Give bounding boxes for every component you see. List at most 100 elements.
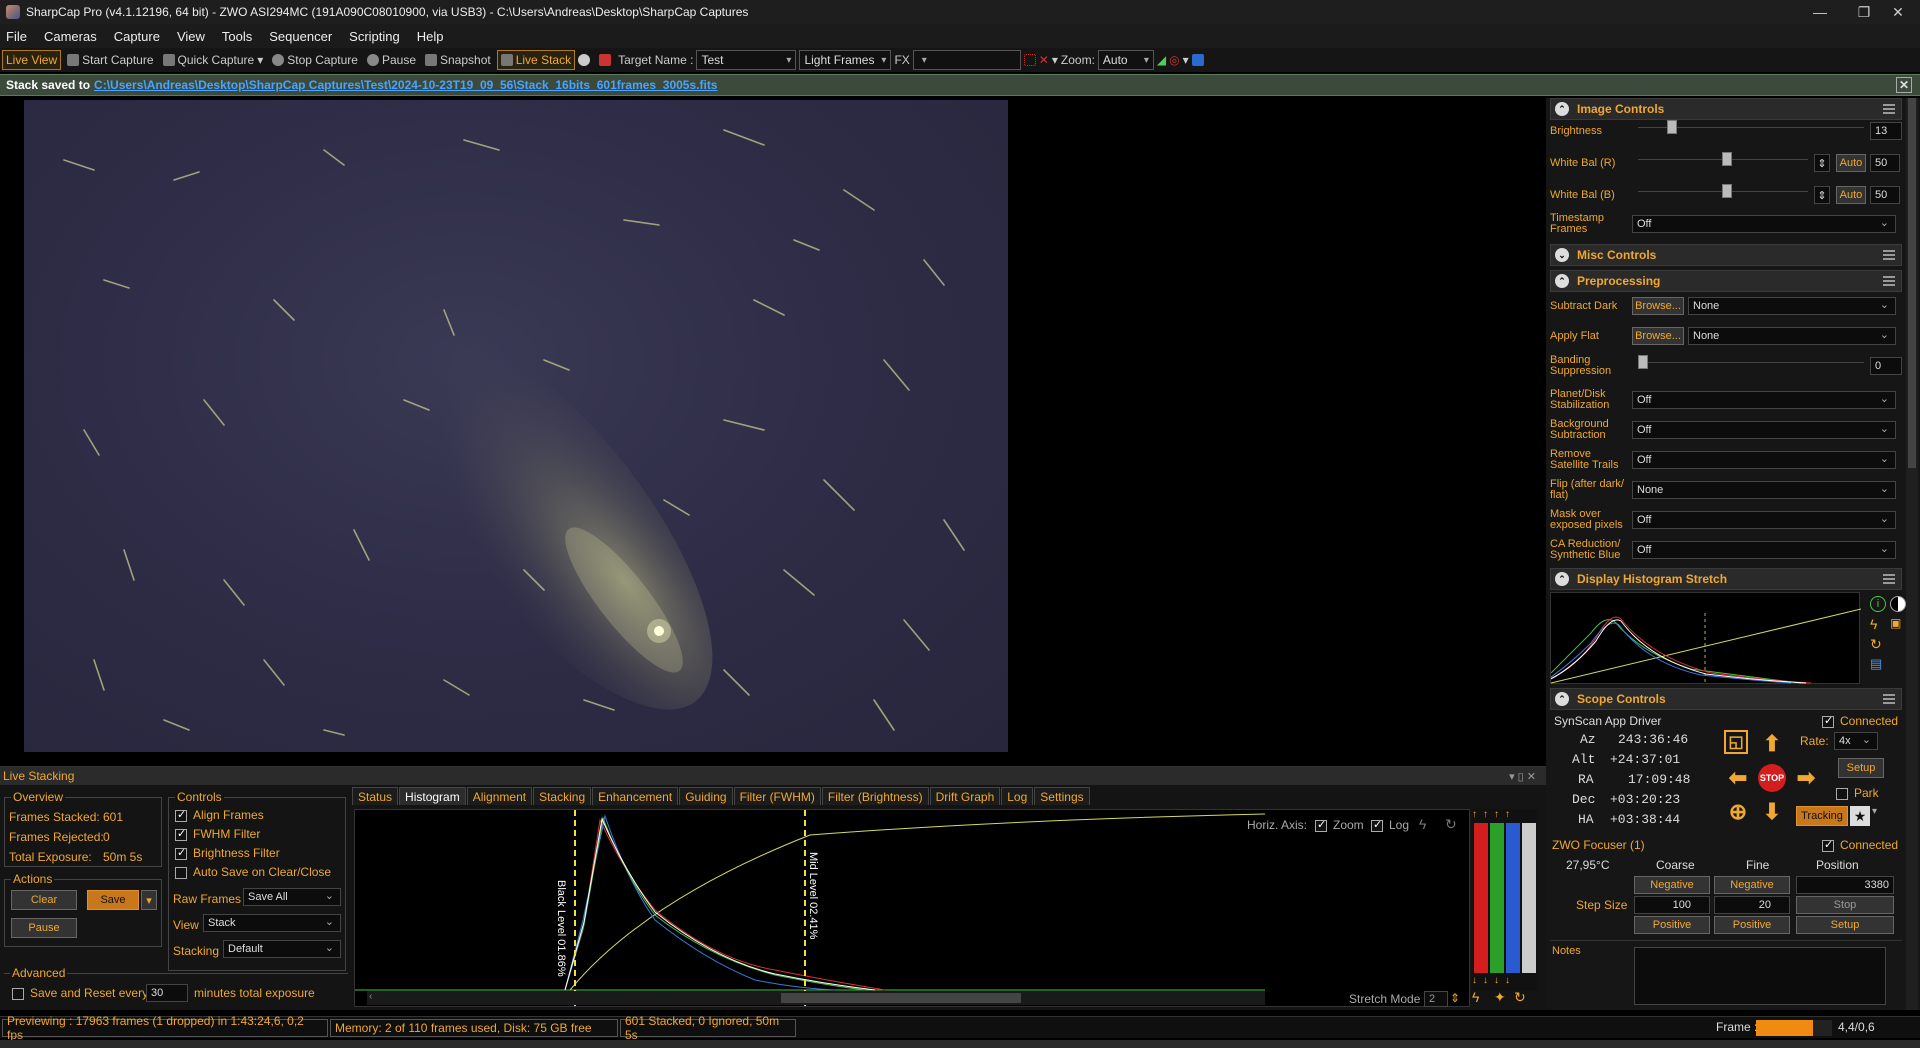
- brightness-filter-checkbox[interactable]: Brightness Filter: [175, 846, 280, 860]
- wb-blue-spinner[interactable]: ⇕: [1814, 186, 1830, 204]
- info-icon[interactable]: i: [1870, 596, 1886, 612]
- menu-view[interactable]: View: [177, 29, 205, 44]
- quick-capture-button[interactable]: Quick Capture ▾: [160, 50, 267, 70]
- histogram-icon[interactable]: ◢: [1157, 53, 1166, 67]
- tab-log[interactable]: Log: [1001, 787, 1034, 805]
- preprocessing-select[interactable]: Off: [1632, 541, 1896, 559]
- scroll-left-icon[interactable]: ‹: [369, 991, 372, 1002]
- fine-positive-button[interactable]: Positive: [1714, 916, 1790, 934]
- zoom-select[interactable]: Auto: [1097, 50, 1154, 70]
- wb-red-auto-button[interactable]: Auto: [1836, 154, 1866, 172]
- wb-red-value[interactable]: 50: [1870, 154, 1900, 172]
- checkbox[interactable]: [175, 866, 187, 879]
- fine-step-input[interactable]: 20: [1714, 896, 1790, 914]
- fwhm-filter-checkbox[interactable]: FWHM Filter: [175, 827, 260, 841]
- stack-histogram[interactable]: Black Level 01.86% Mid Level 02.41% Hori…: [354, 809, 1470, 1008]
- stop-capture-button[interactable]: Stop Capture: [269, 50, 361, 70]
- pause-button[interactable]: Pause: [364, 50, 419, 70]
- histogram-scrollbar[interactable]: ‹: [367, 991, 1265, 1005]
- pause-stack-button[interactable]: Pause: [11, 918, 77, 938]
- timestamp-select[interactable]: Off: [1632, 215, 1896, 233]
- collapse-icon[interactable]: ⌃: [1555, 692, 1569, 706]
- close-notice-button[interactable]: ✕: [1896, 77, 1912, 93]
- menu-file[interactable]: File: [6, 29, 27, 44]
- coarse-step-input[interactable]: 100: [1634, 896, 1710, 914]
- live-view-button[interactable]: Live View: [2, 50, 62, 70]
- north-arrow-icon[interactable]: ⬆: [1758, 730, 1786, 758]
- checkbox[interactable]: [1836, 787, 1848, 800]
- tab-enhancement[interactable]: Enhancement: [592, 787, 679, 805]
- chevron-down-icon[interactable]: ▾: [1872, 806, 1884, 826]
- reset-icon[interactable]: ↻: [1445, 816, 1457, 833]
- checkbox[interactable]: [1822, 838, 1834, 852]
- preprocessing-select[interactable]: None: [1632, 481, 1896, 499]
- stacking-select[interactable]: Default: [223, 940, 341, 958]
- panel-window-controls[interactable]: ▾ ▯ ✕: [1509, 770, 1536, 783]
- tab-drift-graph[interactable]: Drift Graph: [929, 787, 1001, 805]
- fx-select[interactable]: [912, 50, 1021, 70]
- menu-icon[interactable]: [1883, 694, 1895, 704]
- scope-connected-checkbox[interactable]: Connected: [1822, 714, 1898, 728]
- green-level-slider[interactable]: [1490, 823, 1504, 973]
- align-frames-checkbox[interactable]: Align Frames: [175, 808, 264, 822]
- coarse-positive-button[interactable]: Positive: [1634, 916, 1710, 934]
- east-arrow-icon[interactable]: ➡: [1792, 764, 1820, 792]
- tab-guiding[interactable]: Guiding: [679, 787, 733, 805]
- tab-filter-fwhm[interactable]: Filter (FWHM): [733, 787, 821, 805]
- menu-capture[interactable]: Capture: [114, 29, 160, 44]
- checkbox[interactable]: [1822, 714, 1834, 728]
- star-icon[interactable]: ★: [1850, 806, 1870, 826]
- coarse-negative-button[interactable]: Negative: [1634, 876, 1710, 894]
- tracking-button[interactable]: Tracking: [1796, 806, 1848, 826]
- lightning-icon[interactable]: ϟ: [1870, 616, 1877, 632]
- log-checkbox[interactable]: Log: [1371, 818, 1409, 832]
- zoom-checkbox[interactable]: Zoom: [1315, 818, 1364, 832]
- tab-alignment[interactable]: Alignment: [466, 787, 533, 805]
- save-reset-checkbox[interactable]: Save and Reset every: [12, 986, 148, 1000]
- banding-value[interactable]: 0: [1870, 357, 1902, 375]
- live-stack-button[interactable]: Live Stack: [496, 50, 576, 70]
- menu-sequencer[interactable]: Sequencer: [269, 29, 332, 44]
- preprocessing-select[interactable]: None: [1688, 327, 1896, 345]
- tab-histogram[interactable]: Histogram: [399, 787, 466, 805]
- up-arrows-icon[interactable]: ↑↑↑↑: [1472, 809, 1538, 820]
- target-icon[interactable]: ⊕: [1724, 798, 1752, 826]
- preprocessing-header[interactable]: ⌃ Preprocessing: [1550, 270, 1902, 292]
- menu-tools[interactable]: Tools: [222, 29, 252, 44]
- wb-blue-auto-button[interactable]: Auto: [1836, 186, 1866, 204]
- preprocessing-select[interactable]: None: [1688, 297, 1896, 315]
- right-panel-scrollbar[interactable]: [1906, 98, 1918, 1010]
- crosshair-icon[interactable]: ✕: [1039, 53, 1049, 67]
- view-select[interactable]: Stack: [203, 914, 341, 932]
- slider-knob[interactable]: [1638, 355, 1648, 369]
- scope-setup-button[interactable]: Setup: [1838, 758, 1884, 778]
- menu-icon[interactable]: [1883, 276, 1895, 286]
- close-window-button[interactable]: ✕: [1876, 0, 1920, 24]
- no-record-icon[interactable]: [599, 54, 612, 66]
- expand-icon[interactable]: ⌄: [1555, 248, 1569, 262]
- browse-button[interactable]: Browse...: [1632, 327, 1684, 345]
- target-name-select[interactable]: Test: [696, 50, 797, 70]
- checkbox[interactable]: [175, 827, 187, 841]
- start-capture-button[interactable]: Start Capture: [64, 50, 156, 70]
- lightning-icon[interactable]: ϟ: [1419, 816, 1426, 832]
- goto-icon[interactable]: ◱: [1724, 730, 1748, 754]
- raw-frames-select[interactable]: Save All: [243, 888, 341, 906]
- browse-button[interactable]: Browse...: [1632, 297, 1684, 315]
- tab-status[interactable]: Status: [352, 787, 399, 805]
- save-options-dropdown[interactable]: ▾: [141, 890, 157, 910]
- collapse-icon[interactable]: ⌃: [1555, 572, 1569, 586]
- image-controls-header[interactable]: ⌃ Image Controls: [1550, 98, 1902, 120]
- reset-minutes-input[interactable]: 30: [146, 984, 188, 1002]
- red-level-slider[interactable]: [1474, 823, 1488, 973]
- south-arrow-icon[interactable]: ⬇: [1758, 798, 1786, 826]
- checkbox[interactable]: [1315, 818, 1327, 832]
- chevron-down-icon[interactable]: ▾: [1183, 53, 1189, 67]
- scrollbar-thumb[interactable]: [781, 993, 1021, 1003]
- checkbox[interactable]: [12, 987, 24, 1000]
- snapshot-button[interactable]: Snapshot: [422, 50, 494, 70]
- focuser-setup-button[interactable]: Setup: [1796, 916, 1894, 934]
- reset-icon[interactable]: ↻: [1514, 989, 1526, 1006]
- tab-filter-brightness[interactable]: Filter (Brightness): [821, 787, 929, 805]
- save-button[interactable]: Save: [87, 890, 139, 910]
